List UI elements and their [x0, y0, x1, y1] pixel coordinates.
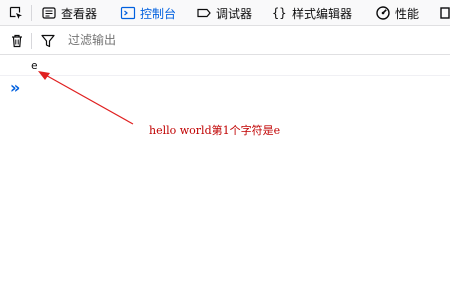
tab-performance[interactable]: 性能	[375, 0, 419, 26]
console-filter-bar	[0, 27, 450, 55]
filter-icon	[40, 33, 56, 49]
tab-inspector[interactable]: 查看器	[41, 0, 97, 26]
style-editor-icon: {}	[272, 5, 288, 21]
trash-icon[interactable]	[9, 33, 25, 49]
tab-style-editor[interactable]: {} 样式编辑器	[272, 0, 352, 26]
tab-debugger[interactable]: 调试器	[196, 0, 252, 26]
tab-debugger-label: 调试器	[216, 6, 253, 21]
tab-console-label: 控制台	[140, 6, 177, 21]
tab-console[interactable]: 控制台	[120, 0, 176, 26]
element-picker-icon[interactable]	[8, 5, 24, 21]
tab-inspector-label: 查看器	[61, 6, 98, 21]
console-icon	[120, 5, 136, 21]
tab-overflow[interactable]	[440, 0, 450, 26]
memory-icon	[440, 5, 450, 21]
devtools-panel: 查看器 控制台 调试器 {} 样式编辑器 性能 过滤输出 e » hello w…	[0, 0, 450, 300]
console-output-text: e	[31, 59, 38, 72]
svg-text:{}: {}	[272, 6, 286, 20]
devtools-tabbar: 查看器 控制台 调试器 {} 样式编辑器 性能	[0, 0, 450, 26]
annotation-label: hello world第1个字符是e	[149, 124, 281, 137]
filter-divider	[31, 33, 32, 49]
filter-output-input[interactable]	[64, 30, 450, 50]
tab-performance-label: 性能	[395, 6, 420, 21]
debugger-icon	[196, 5, 212, 21]
tabbar-divider	[31, 5, 32, 21]
tab-style-editor-label: 样式编辑器	[292, 6, 353, 21]
console-input-prompt[interactable]: »	[10, 80, 20, 96]
console-message: e	[0, 57, 450, 76]
performance-icon	[375, 5, 391, 21]
inspector-icon	[41, 5, 57, 21]
